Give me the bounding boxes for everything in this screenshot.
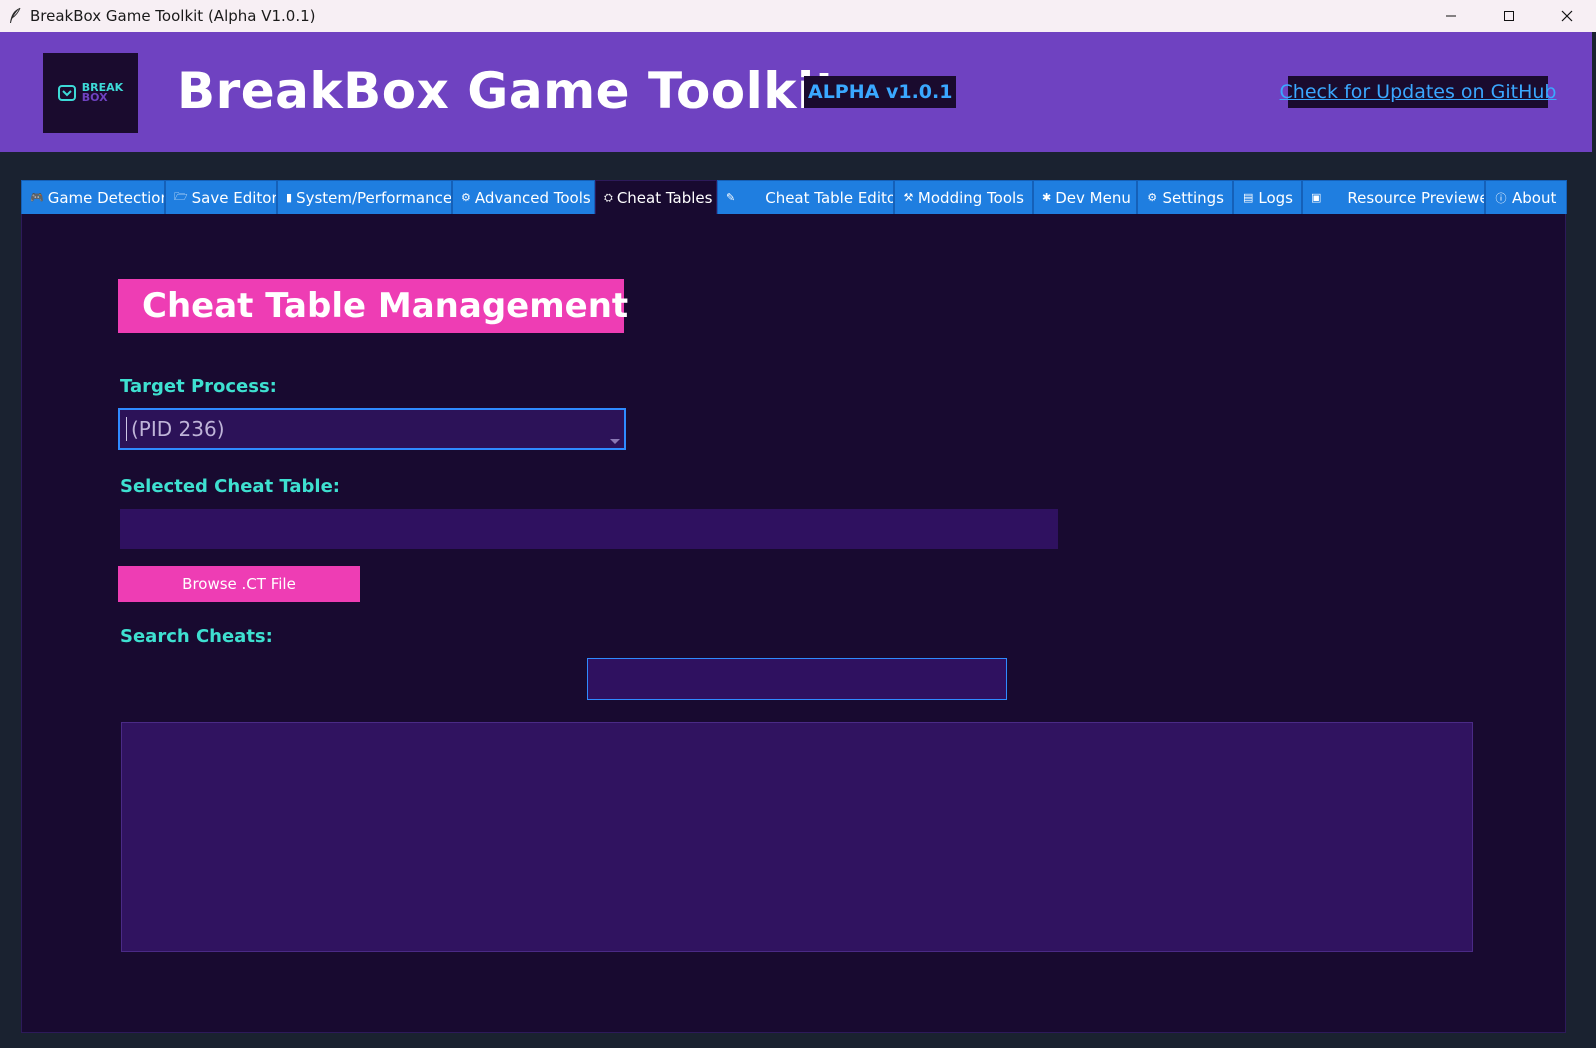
tab-label: Save Editor bbox=[191, 188, 277, 207]
app-logo: BREAK BOX bbox=[43, 53, 138, 133]
tab-bar: 🎮 Game Detection 🗁 Save Editor ▮ System/… bbox=[21, 180, 1567, 214]
chevron-down-icon[interactable] bbox=[610, 439, 620, 444]
window-title: BreakBox Game Toolkit (Alpha V1.0.1) bbox=[30, 7, 316, 25]
window-titlebar: BreakBox Game Toolkit (Alpha V1.0.1) bbox=[0, 0, 1596, 32]
search-cheats-input[interactable] bbox=[587, 658, 1007, 700]
settings-icon: ⚙ bbox=[1147, 191, 1158, 204]
tab-logs[interactable]: ▤ Logs bbox=[1233, 180, 1302, 214]
app-title: BreakBox Game Toolkit bbox=[177, 62, 840, 120]
maximize-icon bbox=[1504, 11, 1514, 21]
update-link[interactable]: Check for Updates on GitHub bbox=[1280, 76, 1556, 108]
tab-settings[interactable]: ⚙ Settings bbox=[1137, 180, 1233, 214]
pencil-icon: ✎ bbox=[726, 191, 736, 204]
shield-icon bbox=[57, 85, 76, 101]
cheat-icon: ⛭ bbox=[604, 190, 613, 204]
chart-icon: ▮ bbox=[286, 191, 293, 204]
tab-cheat-table-editor[interactable]: ✎ Cheat Table Editor bbox=[717, 180, 894, 214]
tab-save-editor[interactable]: 🗁 Save Editor bbox=[165, 180, 277, 214]
browse-ct-button[interactable]: Browse .CT File bbox=[118, 566, 360, 602]
target-process-label: Target Process: bbox=[120, 376, 277, 397]
scroll-icon: ▤ bbox=[1242, 191, 1254, 204]
maximize-button[interactable] bbox=[1480, 0, 1538, 32]
tab-label: Cheat Tables bbox=[616, 188, 713, 207]
tab-about[interactable]: ⓘ About bbox=[1485, 180, 1567, 214]
version-badge: ALPHA v1.0.1 bbox=[804, 76, 957, 108]
tab-cheat-tables[interactable]: ⛭ Cheat Tables bbox=[595, 180, 717, 214]
cheat-list[interactable] bbox=[121, 722, 1473, 952]
search-cheats-label: Search Cheats: bbox=[120, 626, 273, 647]
tab-label: About bbox=[1512, 188, 1557, 207]
selected-table-field[interactable] bbox=[120, 509, 1058, 549]
section-title: Cheat Table Management bbox=[118, 279, 628, 333]
logo-text-box: BOX bbox=[81, 91, 108, 104]
wrench-icon: ⚒ bbox=[903, 191, 914, 204]
tab-game-detection[interactable]: 🎮 Game Detection bbox=[21, 180, 165, 214]
tab-label: Logs bbox=[1258, 188, 1293, 207]
close-icon bbox=[1561, 10, 1573, 22]
tab-label: System/Performance bbox=[296, 188, 452, 207]
tab-label: Dev Menu bbox=[1055, 188, 1131, 207]
app-header: BREAK BOX BreakBox Game Toolkit ALPHA v1… bbox=[0, 32, 1592, 152]
feather-icon bbox=[8, 7, 24, 25]
tab-label: Cheat Table Editor bbox=[765, 188, 894, 207]
gamepad-icon: 🎮 bbox=[30, 191, 44, 204]
image-icon: ▣ bbox=[1311, 191, 1322, 204]
close-button[interactable] bbox=[1538, 0, 1596, 32]
tab-label: Advanced Tools bbox=[474, 188, 591, 207]
text-cursor bbox=[126, 417, 127, 441]
tab-label: Resource Previewer bbox=[1347, 188, 1485, 207]
tab-label: Game Detection bbox=[47, 188, 165, 207]
folder-icon: 🗁 bbox=[174, 190, 188, 203]
tab-dev-menu[interactable]: ✱ Dev Menu bbox=[1033, 180, 1137, 214]
tab-modding-tools[interactable]: ⚒ Modding Tools bbox=[894, 180, 1033, 214]
gear-icon: ⚙ bbox=[461, 191, 471, 204]
target-process-combobox[interactable]: (PID 236) bbox=[118, 408, 626, 450]
selected-table-label: Selected Cheat Table: bbox=[120, 476, 340, 497]
minimize-icon bbox=[1446, 15, 1456, 17]
info-icon: ⓘ bbox=[1495, 191, 1507, 205]
bug-icon: ✱ bbox=[1042, 191, 1052, 204]
tab-label: Modding Tools bbox=[917, 188, 1024, 207]
target-process-value: (PID 236) bbox=[131, 417, 225, 441]
tab-resource-previewer[interactable]: ▣ Resource Previewer bbox=[1302, 180, 1485, 214]
section-title-text: Cheat Table Management bbox=[142, 286, 629, 326]
minimize-button[interactable] bbox=[1422, 0, 1480, 32]
tab-advanced-tools[interactable]: ⚙ Advanced Tools bbox=[452, 180, 595, 214]
tab-label: Settings bbox=[1162, 188, 1224, 207]
tab-system-performance[interactable]: ▮ System/Performance bbox=[277, 180, 452, 214]
